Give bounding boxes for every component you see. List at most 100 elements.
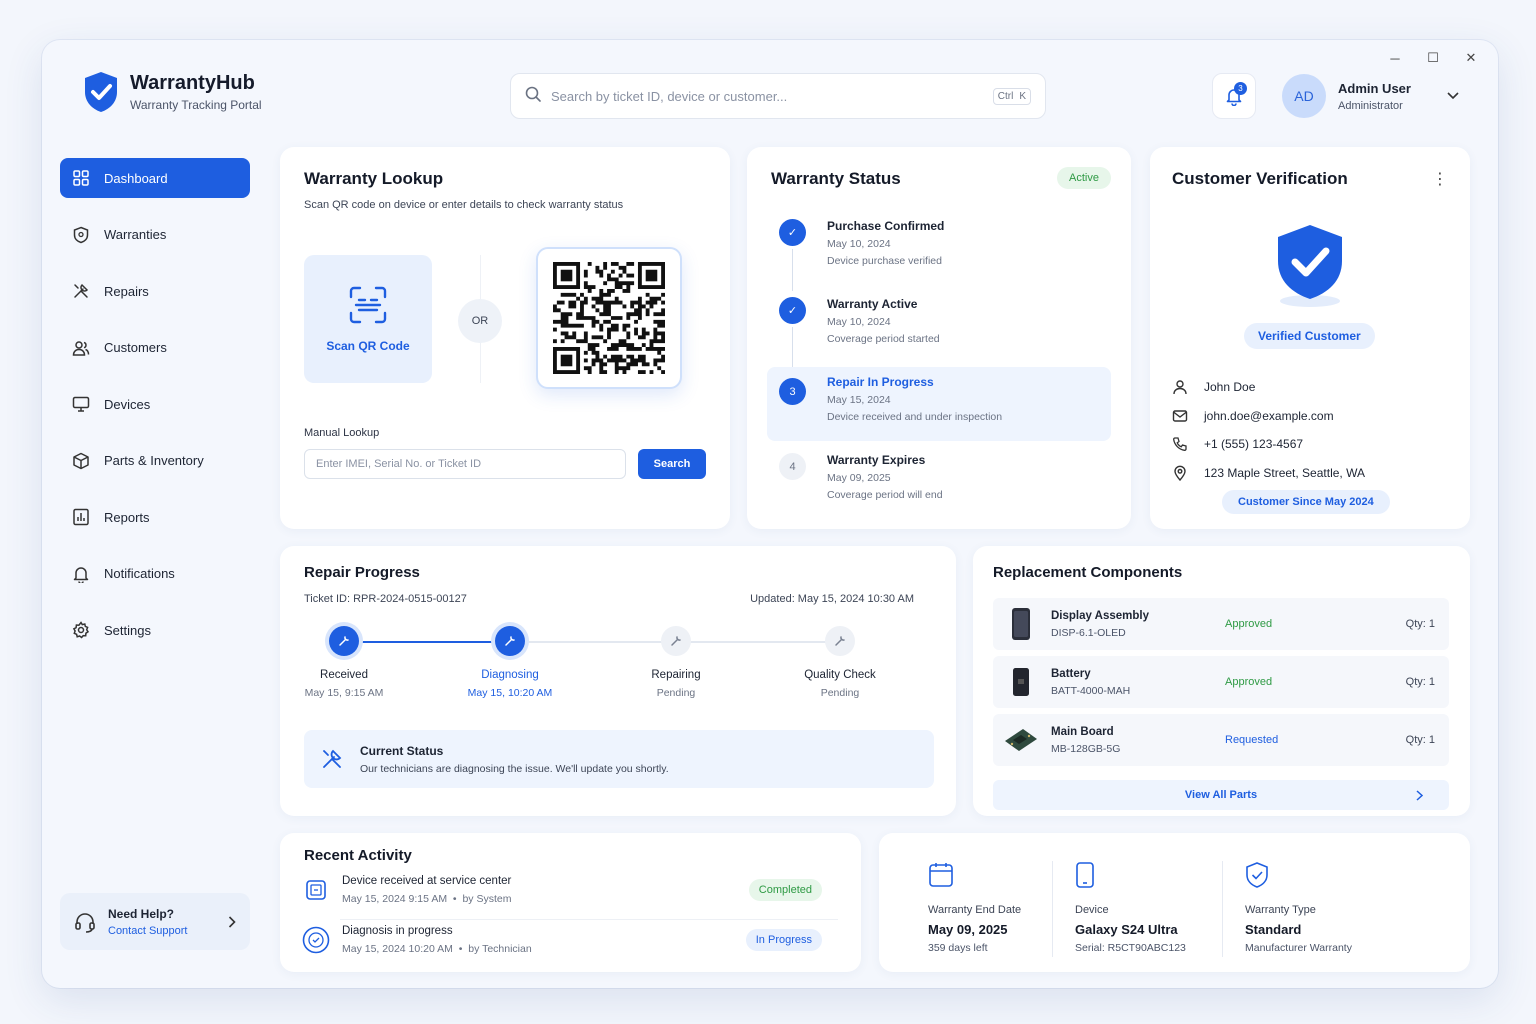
activity-by: by Technician: [468, 943, 532, 955]
status-badge: Approved: [1225, 676, 1273, 688]
minimize-button[interactable]: ─: [1378, 46, 1412, 70]
global-search[interactable]: Search by ticket ID, device or customer.…: [510, 73, 1046, 119]
step-title: Repair In Progress: [827, 375, 934, 389]
headset-icon: [75, 912, 95, 933]
or-separator: OR: [458, 299, 502, 343]
component-sku: MB-128GB-5G: [1051, 742, 1121, 755]
sidebar-item-reports[interactable]: Reports: [60, 497, 250, 537]
list-item[interactable]: Battery BATT-4000-MAH Approved Qty: 1: [993, 656, 1449, 708]
customer-email: john.doe@example.com: [1204, 408, 1334, 423]
avatar: AD: [1282, 74, 1326, 118]
user-icon: [1173, 380, 1187, 395]
step-title: Purchase Confirmed: [827, 219, 945, 233]
list-item[interactable]: Display Assembly DISP-6.1-OLED Approved Q…: [993, 598, 1449, 650]
chevron-right-icon: [1416, 789, 1423, 801]
search-shortcut: Ctrl K: [992, 87, 1031, 105]
customer-address: 123 Maple Street, Seattle, WA: [1204, 465, 1365, 480]
current-status-title: Current Status: [360, 743, 444, 758]
lookup-title: Warranty Lookup: [304, 169, 444, 188]
sidebar-item-label: Devices: [104, 396, 151, 412]
sidebar-item-repairs[interactable]: Repairs: [60, 271, 250, 311]
timeline-step: ✓ Warranty Active May 10, 2024 Coverage …: [767, 289, 1111, 369]
activity-meta: May 15, 2024 9:15 AM • by System: [342, 893, 512, 905]
step-date: May 09, 2025: [827, 472, 891, 484]
check-icon: ✓: [779, 297, 806, 324]
sidebar-item-label: Customers: [104, 340, 167, 355]
help-card[interactable]: Need Help? Contact Support: [60, 893, 250, 950]
step-time: Pending: [820, 687, 860, 699]
circuit-board-icon: [1003, 722, 1039, 758]
current-status-panel: Current Status Our technicians are diagn…: [304, 730, 934, 788]
divider: [1052, 861, 1053, 957]
shortcut-key: K: [1019, 90, 1026, 102]
updated-timestamp: Updated: May 15, 2024 10:30 AM: [750, 593, 914, 605]
step-desc: Device purchase verified: [827, 255, 942, 267]
more-options-icon[interactable]: ⋮: [1432, 169, 1448, 189]
sidebar-item-notifications[interactable]: Notifications: [60, 554, 250, 594]
sidebar-item-label: Reports: [104, 509, 150, 525]
view-all-parts-button[interactable]: View All Parts: [993, 780, 1449, 810]
wrench-icon: [495, 626, 525, 656]
stat-sub: Manufacturer Warranty: [1245, 942, 1352, 954]
sidebar-item-warranties[interactable]: Warranties: [60, 215, 250, 255]
step-label: Repairing: [651, 669, 701, 681]
customer-phone-row: +1 (555) 123-4567: [1172, 430, 1365, 459]
step-date: May 10, 2024: [827, 238, 891, 250]
maximize-button[interactable]: ☐: [1416, 46, 1450, 70]
app-subtitle: Warranty Tracking Portal: [130, 98, 262, 112]
search-icon: [525, 86, 541, 107]
qr-code-image: [536, 247, 682, 389]
activity-item[interactable]: Diagnosis in progress May 15, 2024 10:20…: [302, 925, 840, 955]
scan-qr-button[interactable]: Scan QR Code: [304, 255, 432, 383]
status-badge: Active: [1057, 167, 1111, 189]
stat-label: Warranty Type: [1245, 904, 1316, 916]
status-badge: Completed: [748, 879, 822, 901]
stat-sub: Serial: R5CT90ABC123: [1075, 942, 1186, 954]
sidebar-item-label: Parts & Inventory: [104, 453, 204, 468]
step-number: 4: [779, 453, 806, 480]
sidebar-item-dashboard[interactable]: Dashboard: [60, 158, 250, 198]
diagnosis-icon: [302, 926, 330, 954]
activity-item[interactable]: Device received at service center May 15…: [302, 875, 840, 905]
stat-sub: 359 days left: [928, 942, 988, 954]
stat-value: May 09, 2025: [928, 922, 1008, 937]
contact-support-link[interactable]: Contact Support: [108, 925, 216, 937]
divider: [1222, 861, 1223, 957]
phone-icon: [1173, 437, 1187, 452]
stepper-step-current: Diagnosing May 15, 10:20 AM: [455, 626, 565, 699]
activity-title: Device received at service center: [342, 875, 512, 887]
close-button[interactable]: ✕: [1454, 46, 1488, 70]
device-stat: Device Galaxy S24 Ultra Serial: R5CT90AB…: [1075, 861, 1186, 954]
sidebar-item-settings[interactable]: Settings: [60, 610, 250, 650]
shield-check-icon: [1246, 862, 1268, 888]
wrench-icon: [329, 626, 359, 656]
notifications-button[interactable]: 3: [1212, 73, 1256, 119]
component-name: Display Assembly: [1051, 609, 1150, 622]
shortcut-ctrl: Ctrl: [997, 90, 1014, 102]
status-badge: In Progress: [745, 929, 822, 951]
manual-lookup-label: Manual Lookup: [304, 427, 380, 439]
qr-code-icon: [553, 262, 665, 374]
sidebar-item-parts-inventory[interactable]: Parts & Inventory: [60, 441, 250, 481]
components-list: Display Assembly DISP-6.1-OLED Approved Q…: [993, 598, 1449, 772]
brand: WarrantyHub Warranty Tracking Portal: [82, 70, 262, 114]
stepper-step: Quality Check Pending: [785, 626, 895, 699]
step-time: May 15, 9:15 AM: [304, 687, 384, 699]
timeline-step: ✓ Purchase Confirmed May 10, 2024 Device…: [767, 211, 1111, 291]
shield-check-logo-icon: [82, 70, 120, 114]
user-menu[interactable]: AD Admin User Administrator: [1282, 74, 1459, 118]
search-button[interactable]: Search: [638, 449, 706, 479]
scan-qr-label: Scan QR Code: [326, 339, 410, 353]
sidebar-item-customers[interactable]: Customers: [60, 328, 250, 368]
customer-email-row: john.doe@example.com: [1172, 402, 1365, 431]
chevron-down-icon[interactable]: [1447, 87, 1459, 105]
user-role: Administrator: [1338, 99, 1403, 112]
component-sku: DISP-6.1-OLED: [1051, 626, 1126, 639]
component-qty: Qty: 1: [1405, 676, 1435, 688]
sidebar-item-devices[interactable]: Devices: [60, 384, 250, 424]
activity-time: May 15, 2024 9:15 AM: [342, 893, 448, 905]
qr-scan-icon: [349, 286, 387, 324]
search-input[interactable]: Search by ticket ID, device or customer.…: [551, 89, 983, 104]
list-item[interactable]: Main Board MB-128GB-5G Requested Qty: 1: [993, 714, 1449, 766]
manual-lookup-input[interactable]: [304, 449, 626, 479]
